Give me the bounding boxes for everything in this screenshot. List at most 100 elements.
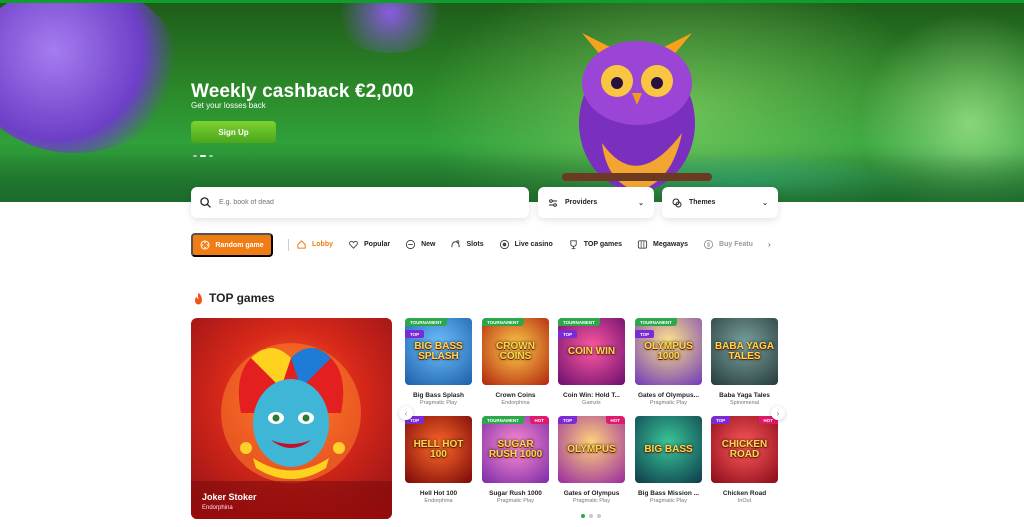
game-name: Baba Yaga Tales xyxy=(719,392,770,399)
tab-new[interactable]: New xyxy=(405,239,435,250)
heart-icon xyxy=(349,240,358,249)
game-thumbnail[interactable]: SUGAR RUSH 1000 TOURNAMENT HOT xyxy=(482,416,549,483)
fire-icon xyxy=(195,292,202,304)
game-provider: Gamzix xyxy=(582,400,601,406)
hero-subtitle: Get your losses back xyxy=(191,101,266,110)
tab-label: Slots xyxy=(466,241,484,248)
carousel-pager xyxy=(581,514,601,518)
divider xyxy=(288,239,289,251)
game-card[interactable]: CROWN COINS TOURNAMENT Crown Coins Endorphi… xyxy=(482,318,549,406)
game-provider: Pragmatic Play xyxy=(573,498,610,504)
tournament-badge: TOURNAMENT xyxy=(482,416,524,424)
top-badge: TOP xyxy=(405,330,425,338)
game-thumbnail[interactable]: BABA YAGA TALES xyxy=(711,318,778,385)
tab-label: New xyxy=(421,241,436,248)
top-badge: TOP xyxy=(635,330,655,338)
carousel-prev-button[interactable]: ‹ xyxy=(399,406,413,420)
chevron-down-icon: ⌄ xyxy=(638,199,644,207)
game-card[interactable]: BIG BASS SPLASH TOURNAMENT TOP Big Bass Spl… xyxy=(405,318,472,406)
game-card[interactable]: OLYMPUS TOP HOT Gates of Olympus Pragmatic P… xyxy=(558,416,625,504)
hero-banner[interactable]: Weekly cashback €2,000 Get your losses b… xyxy=(0,3,1024,202)
chevron-right-icon[interactable]: › xyxy=(768,240,771,249)
buy-icon: $ xyxy=(703,239,714,250)
game-provider: Pragmatic Play xyxy=(650,498,687,504)
game-card[interactable]: BABA YAGA TALES Baba Yaga Tales Spinomenal xyxy=(711,318,778,406)
random-game-label: Random game xyxy=(215,241,264,249)
themes-dropdown[interactable]: Themes ⌄ xyxy=(662,187,778,218)
game-thumbnail[interactable]: CHICKEN ROAD TOP HOT xyxy=(711,416,778,483)
random-game-button[interactable]: Random game xyxy=(191,233,273,257)
providers-dropdown[interactable]: Providers ⌄ xyxy=(538,187,654,218)
tab-top-games[interactable]: TOP games xyxy=(568,239,622,250)
carousel-next-button[interactable]: › xyxy=(771,406,785,420)
game-provider: Spinomenal xyxy=(729,400,760,406)
game-logo-art: HELL HOT 100 xyxy=(413,438,464,460)
pager-dot[interactable] xyxy=(589,514,593,518)
hot-badge: HOT xyxy=(605,416,625,424)
game-name: Crown Coins xyxy=(495,392,536,399)
tab-lobby[interactable]: Lobby xyxy=(296,239,333,250)
game-card[interactable]: HELL HOT 100 TOP Hell Hot 100 Endorphina xyxy=(405,416,472,504)
tab-label: Live casino xyxy=(514,241,553,248)
game-provider: InOut xyxy=(737,498,752,504)
themes-icon xyxy=(672,198,682,207)
new-icon xyxy=(405,239,416,250)
hot-badge: HOT xyxy=(529,416,549,424)
category-tabs: Lobby Popular New Slots Live casino TOP … xyxy=(296,239,768,250)
game-card[interactable]: SUGAR RUSH 1000 TOURNAMENT HOT Sugar Rush 1… xyxy=(482,416,549,504)
tab-megaways[interactable]: Megaways xyxy=(637,239,688,250)
hero-slide-dots xyxy=(193,155,213,157)
game-name: Chicken Road xyxy=(722,490,767,497)
game-thumbnail[interactable]: BIG BASS xyxy=(635,416,702,483)
tab-live-casino[interactable]: Live casino xyxy=(499,239,553,250)
game-name: Big Bass Mission ... xyxy=(637,490,700,497)
top-badge: TOP xyxy=(558,416,578,424)
slide-dot[interactable] xyxy=(193,155,197,157)
dice-icon xyxy=(200,240,210,250)
pager-dot-active[interactable] xyxy=(581,514,585,518)
game-thumbnail[interactable]: OLYMPUS 1000 TOURNAMENT TOP xyxy=(635,318,702,385)
featured-game-card[interactable]: Joker Stoker Endorphina xyxy=(191,318,392,519)
game-provider: Endorphina xyxy=(424,498,453,504)
pager-dot[interactable] xyxy=(597,514,601,518)
featured-game-provider: Endorphina xyxy=(202,505,233,511)
search-icon xyxy=(200,197,211,208)
purple-leaves-illustration xyxy=(330,3,450,53)
game-logo-art: SUGAR RUSH 1000 xyxy=(488,438,543,460)
slide-dot[interactable] xyxy=(209,155,213,157)
game-logo-art: CROWN COINS xyxy=(496,340,535,362)
top-badge: TOP xyxy=(558,330,578,338)
game-thumbnail[interactable]: BIG BASS SPLASH TOURNAMENT TOP xyxy=(405,318,472,385)
search-box[interactable] xyxy=(191,187,529,218)
sign-up-button[interactable]: Sign Up xyxy=(191,121,276,143)
section-title-label: TOP games xyxy=(209,291,275,305)
tab-buy-feature[interactable]: $ Buy Featu xyxy=(703,239,753,250)
live-icon xyxy=(499,239,509,250)
tab-slots[interactable]: Slots xyxy=(450,239,484,250)
slide-dot-active[interactable] xyxy=(200,155,206,157)
purple-tree-illustration xyxy=(0,3,180,153)
home-icon xyxy=(297,240,306,249)
game-name: Gates of Olympus xyxy=(563,490,620,497)
tab-popular[interactable]: Popular xyxy=(348,239,390,250)
game-thumbnail[interactable]: HELL HOT 100 TOP xyxy=(405,416,472,483)
game-card[interactable]: OLYMPUS 1000 TOURNAMENT TOP Gates of Olympu… xyxy=(635,318,702,406)
game-card[interactable]: CHICKEN ROAD TOP HOT Chicken Road InOut xyxy=(711,416,778,504)
search-input[interactable] xyxy=(219,199,499,206)
featured-game-name: Joker Stoker xyxy=(202,492,257,502)
tab-label: TOP games xyxy=(583,241,622,248)
game-thumbnail[interactable]: CROWN COINS TOURNAMENT xyxy=(482,318,549,385)
tab-label: Megaways xyxy=(653,241,689,248)
themes-label: Themes xyxy=(689,199,716,206)
tab-label: Popular xyxy=(364,241,391,248)
trophy-icon xyxy=(570,240,577,250)
game-thumbnail[interactable]: COIN WIN TOURNAMENT TOP xyxy=(558,318,625,385)
game-card[interactable]: BIG BASS Big Bass Mission ... Pragmatic Pl… xyxy=(635,416,702,504)
svg-text:$: $ xyxy=(707,243,710,249)
owl-illustration xyxy=(562,33,712,191)
game-thumbnail[interactable]: OLYMPUS TOP HOT xyxy=(558,416,625,483)
game-provider: Pragmatic Play xyxy=(650,400,687,406)
filter-sliders-icon xyxy=(549,198,557,207)
game-card[interactable]: COIN WIN TOURNAMENT TOP Coin Win: Hold T...… xyxy=(558,318,625,406)
game-name: Hell Hot 100 xyxy=(419,490,458,497)
